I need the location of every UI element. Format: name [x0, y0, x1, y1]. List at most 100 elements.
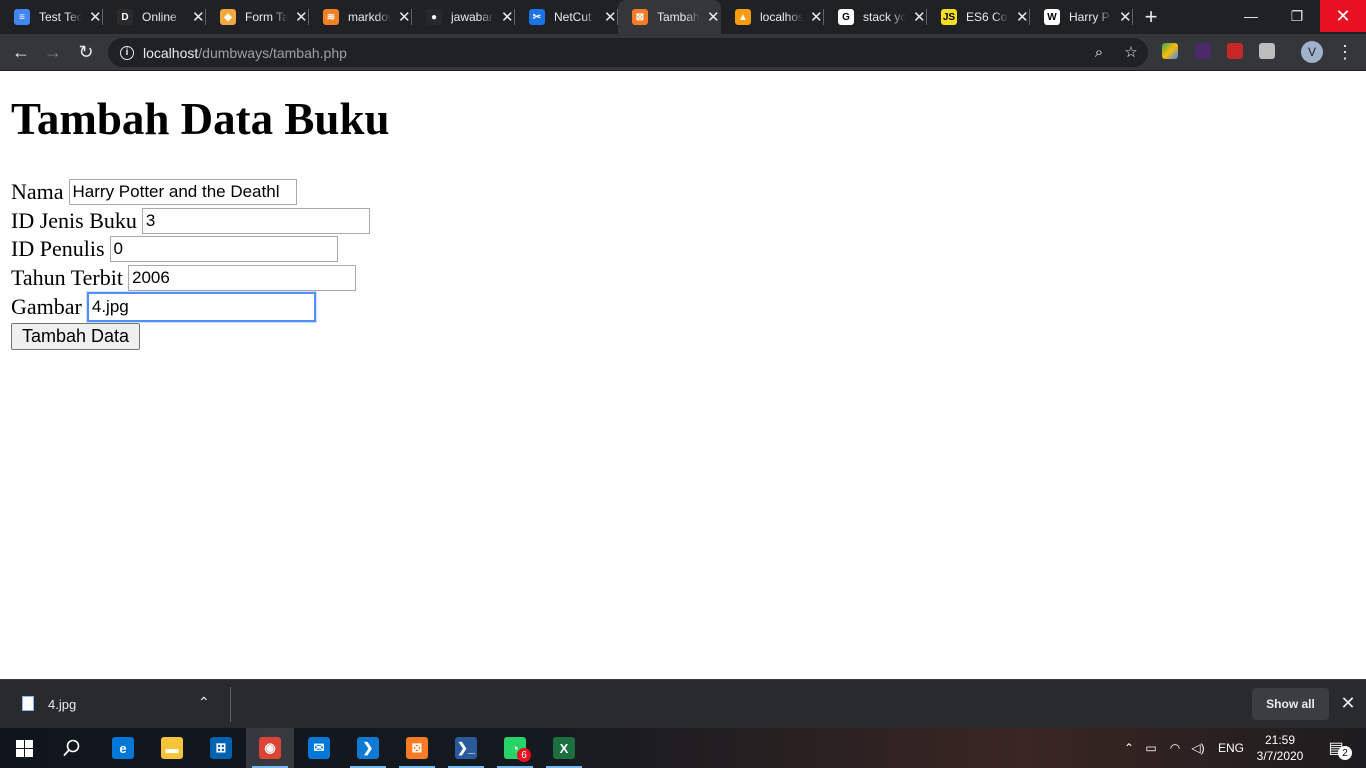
zoom-icon[interactable]: ⌕ [1088, 41, 1110, 63]
show-all-button[interactable]: Show all [1252, 688, 1329, 720]
tab-title: Test Technical [39, 10, 82, 24]
new-tab-button[interactable]: + [1133, 0, 1169, 34]
taskbar-store[interactable]: ⊞ [197, 728, 245, 768]
tab-close-icon[interactable]: ✕ [294, 8, 309, 26]
action-center-button[interactable]: ▤ 2 [1316, 728, 1356, 768]
page-content: Tambah Data Buku Nama ID Jenis Buku ID P… [0, 71, 1366, 679]
tab-title: Form Tambah [245, 10, 288, 24]
tab-title: stack you [863, 10, 906, 24]
taskbar-xampp[interactable]: ⊠ [393, 728, 441, 768]
search-button[interactable] [48, 728, 96, 768]
site-info-icon[interactable]: i [120, 45, 134, 60]
browser-tab[interactable]: JS ES6 Co ✕ [927, 0, 1030, 34]
browser-tab[interactable]: ≡ Test Technical ✕ [0, 0, 103, 34]
url-path: /dumbways/tambah.php [198, 44, 347, 61]
tab-close-icon[interactable]: ✕ [191, 8, 206, 26]
tab-close-icon[interactable]: ✕ [706, 8, 721, 26]
extension-icon-1[interactable] [1162, 43, 1178, 59]
tab-close-icon[interactable]: ✕ [1118, 8, 1133, 26]
powershell-icon: ❯_ [455, 737, 477, 759]
browser-menu-icon[interactable]: ⋮ [1336, 40, 1354, 64]
browser-tab[interactable]: ⊠ Tambah ✕ [618, 0, 721, 34]
taskbar-powershell[interactable]: ❯_ [442, 728, 490, 768]
tab-favicon-icon: ◆ [220, 9, 236, 25]
start-button[interactable] [0, 728, 48, 768]
tab-close-icon[interactable]: ✕ [809, 8, 824, 26]
chrome-icon: ◉ [259, 737, 281, 759]
field-id-jenis-buku: ID Jenis Buku [11, 208, 370, 234]
extension-icon-4[interactable] [1259, 43, 1275, 59]
vscode-icon: ❯ [357, 737, 379, 759]
taskbar-mail[interactable]: ✉ [295, 728, 343, 768]
file-explorer-icon: ▬ [161, 737, 183, 759]
minimize-button[interactable]: — [1228, 0, 1274, 32]
profile-avatar[interactable]: V [1301, 41, 1323, 63]
tab-title: Harry P [1069, 10, 1110, 24]
close-window-button[interactable]: ✕ [1320, 0, 1366, 32]
tab-close-icon[interactable]: ✕ [397, 8, 412, 26]
tab-close-icon[interactable]: ✕ [912, 8, 927, 26]
download-item-name[interactable]: 4.jpg [48, 697, 76, 712]
close-shelf-icon[interactable]: ✕ [1338, 692, 1358, 714]
back-button[interactable]: ← [9, 40, 33, 64]
bookmark-star-icon[interactable]: ☆ [1120, 41, 1142, 63]
tab-favicon-icon: ▲ [735, 9, 751, 25]
windows-logo-icon [15, 739, 33, 757]
taskbar-whatsapp[interactable]: ◔ 6 [491, 728, 539, 768]
browser-tab[interactable]: ≋ markdown ✕ [309, 0, 412, 34]
taskbar-file-explorer[interactable]: ▬ [148, 728, 196, 768]
tab-title: localhost [760, 10, 803, 24]
field-label: ID Penulis [11, 236, 105, 261]
browser-tab[interactable]: Gstack you ✕ [824, 0, 927, 34]
tab-title: jawaban [451, 10, 494, 24]
browser-tab[interactable]: W Harry P ✕ [1030, 0, 1133, 34]
field-label: Gambar [11, 294, 82, 319]
reload-button[interactable]: ↻ [74, 40, 98, 64]
tambah-data-button[interactable]: Tambah Data [11, 323, 141, 350]
tab-close-icon[interactable]: ✕ [500, 8, 515, 26]
tab-title: Tambah [657, 10, 700, 24]
id-jenis-buku-input[interactable] [141, 208, 370, 234]
field-id-penulis: ID Penulis [11, 236, 338, 262]
browser-tab[interactable]: ● jawaban ✕ [412, 0, 515, 34]
edge-icon: e [112, 737, 134, 759]
store-icon: ⊞ [210, 737, 232, 759]
address-bar[interactable]: i localhost/dumbways/tambah.php ⌕ ☆ [108, 38, 1148, 67]
browser-tab[interactable]: ▲ localhost ✕ [721, 0, 824, 34]
field-nama: Nama [11, 179, 297, 205]
field-label: Tahun Terbit [11, 265, 123, 290]
taskbar-chrome[interactable]: ◉ [246, 728, 294, 768]
volume-icon[interactable]: ◁) [1186, 741, 1210, 755]
xampp-icon: ⊠ [406, 737, 428, 759]
field-label: ID Jenis Buku [11, 208, 137, 233]
battery-icon[interactable]: ▭ [1138, 741, 1164, 755]
browser-tab[interactable]: ✂ NetCut ✕ [515, 0, 618, 34]
browser-tab[interactable]: D Online ✕ [103, 0, 206, 34]
id-penulis-input[interactable] [109, 236, 338, 262]
whatsapp-badge: 6 [517, 748, 531, 762]
clock-time: 21:59 [1264, 733, 1296, 747]
taskbar-vscode[interactable]: ❯ [344, 728, 392, 768]
url-text[interactable]: localhost/dumbways/tambah.php [143, 45, 347, 61]
chevron-up-icon[interactable]: ⌃ [1120, 741, 1138, 755]
clock[interactable]: 21:59 3/7/2020 [1252, 732, 1308, 764]
tab-close-icon[interactable]: ✕ [1015, 8, 1030, 26]
chevron-up-icon[interactable]: ⌃ [198, 694, 210, 711]
tab-title: ES6 Co [966, 10, 1008, 24]
taskbar-excel[interactable]: X [540, 728, 588, 768]
language-indicator[interactable]: ENG [1218, 741, 1244, 755]
pdf-extension-icon[interactable] [1227, 43, 1243, 59]
browser-tab[interactable]: ◆ Form Tambah ✕ [206, 0, 309, 34]
tab-favicon-icon: D [117, 9, 133, 25]
tahun-terbit-input[interactable] [128, 265, 356, 291]
maximize-button[interactable]: ❐ [1274, 0, 1320, 32]
gambar-input[interactable] [86, 292, 316, 322]
tab-close-icon[interactable]: ✕ [88, 8, 103, 26]
nama-input[interactable] [68, 179, 297, 205]
wifi-icon[interactable]: ◠ [1164, 741, 1186, 755]
tab-close-icon[interactable]: ✕ [603, 8, 618, 26]
taskbar-edge[interactable]: e [99, 728, 147, 768]
forward-button[interactable]: → [41, 40, 65, 64]
field-label: Nama [11, 179, 64, 204]
extension-icon-2[interactable] [1195, 43, 1211, 59]
